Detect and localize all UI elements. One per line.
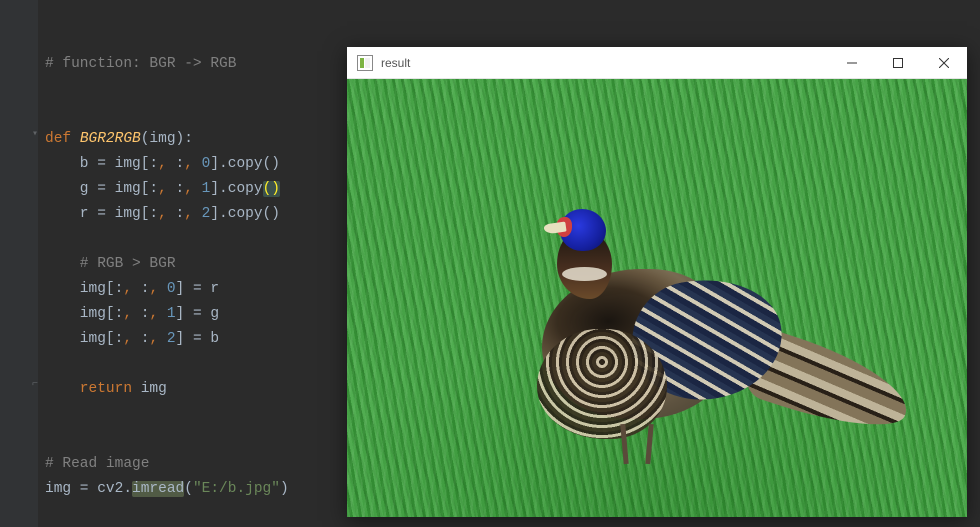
window-titlebar[interactable]: result [347, 47, 967, 79]
close-button[interactable] [921, 47, 967, 79]
image-viewport [347, 79, 967, 517]
comment-text: # function: BGR -> RGB [45, 56, 236, 72]
minimize-button[interactable] [829, 47, 875, 79]
image-subject [482, 209, 852, 469]
app-icon [357, 55, 373, 71]
highlighted-identifier: imread [132, 481, 184, 497]
maximize-button[interactable] [875, 47, 921, 79]
highlighted-paren: () [263, 181, 280, 197]
result-window[interactable]: result [347, 47, 967, 517]
window-title: result [381, 56, 410, 70]
